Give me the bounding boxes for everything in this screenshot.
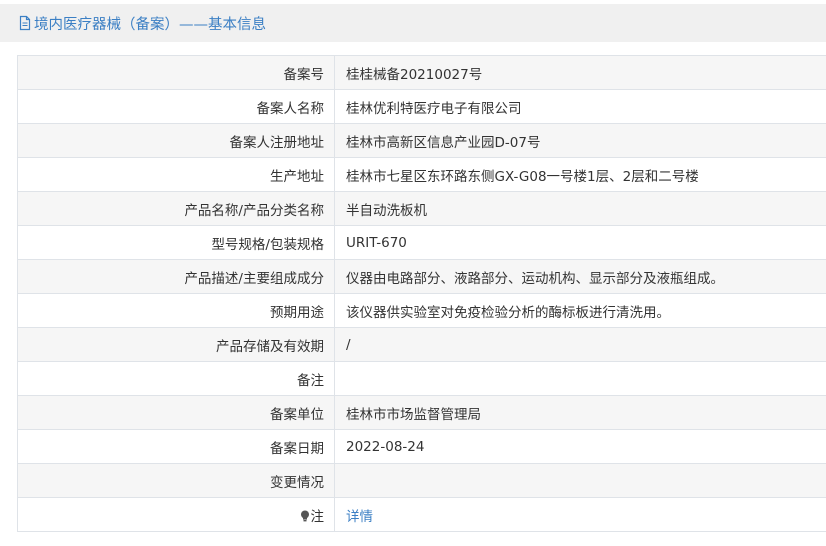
page: 境内医疗器械（备案）——基本信息 备案号 桂桂械备20210027号 备案人名称… (0, 0, 826, 546)
table-row: 备案人注册地址 桂林市高新区信息产业园D-07号 (17, 123, 826, 158)
table-row: 变更情况 (17, 463, 826, 498)
field-value: 桂林市高新区信息产业园D-07号 (334, 123, 826, 158)
table-row: 备注 (17, 361, 826, 396)
note-label: 注 (310, 508, 325, 525)
field-label: 产品描述/主要组成成分 (17, 259, 335, 294)
field-label: 型号规格/包装规格 (17, 225, 335, 260)
field-label: 备案日期 (17, 429, 335, 464)
lightbulb-icon (300, 510, 309, 521)
basic-info-table: 备案号 桂桂械备20210027号 备案人名称 桂林优利特医疗电子有限公司 备案… (17, 55, 826, 532)
section-header: 境内医疗器械（备案）——基本信息 (0, 4, 826, 42)
field-label: 备案人注册地址 (17, 123, 335, 158)
field-value: URIT-670 (334, 225, 826, 260)
table-row: 备案单位 桂林市市场监督管理局 (17, 395, 826, 430)
field-label: 备案人名称 (17, 89, 335, 124)
note-label-cell: 注 (17, 497, 335, 532)
table-row: 产品描述/主要组成成分 仪器由电路部分、液路部分、运动机构、显示部分及液瓶组成。 (17, 259, 826, 294)
details-link[interactable]: 详情 (346, 509, 373, 525)
field-label: 产品名称/产品分类名称 (17, 191, 335, 226)
table-row: 型号规格/包装规格 URIT-670 (17, 225, 826, 260)
table-row: 预期用途 该仪器供实验室对免疫检验分析的酶标板进行清洗用。 (17, 293, 826, 328)
table-row: 备案号 桂桂械备20210027号 (17, 55, 826, 90)
field-label: 备案号 (17, 55, 335, 90)
field-value: 桂林优利特医疗电子有限公司 (334, 89, 826, 124)
table-row: 备案人名称 桂林优利特医疗电子有限公司 (17, 89, 826, 124)
note-row: 注 详情 (17, 497, 826, 532)
field-value: 2022-08-24 (334, 429, 826, 464)
table-row: 备案日期 2022-08-24 (17, 429, 826, 464)
field-value: / (334, 327, 826, 362)
field-label: 预期用途 (17, 293, 335, 328)
note-value-cell: 详情 (334, 497, 826, 532)
field-value: 半自动洗板机 (334, 191, 826, 226)
table-row: 产品存储及有效期 / (17, 327, 826, 362)
field-label: 备注 (17, 361, 335, 396)
field-value: 桂桂械备20210027号 (334, 55, 826, 90)
field-label: 产品存储及有效期 (17, 327, 335, 362)
field-label: 生产地址 (17, 157, 335, 192)
table-row: 产品名称/产品分类名称 半自动洗板机 (17, 191, 826, 226)
field-label: 变更情况 (17, 463, 335, 498)
table-row: 生产地址 桂林市七星区东环路东侧GX-G08一号楼1层、2层和二号楼 (17, 157, 826, 192)
field-label: 备案单位 (17, 395, 335, 430)
field-value (334, 463, 826, 498)
field-value (334, 361, 826, 396)
field-value: 仪器由电路部分、液路部分、运动机构、显示部分及液瓶组成。 (334, 259, 826, 294)
field-value: 桂林市市场监督管理局 (334, 395, 826, 430)
page-title: 境内医疗器械（备案）——基本信息 (34, 16, 266, 33)
document-icon (19, 15, 31, 31)
field-value: 该仪器供实验室对免疫检验分析的酶标板进行清洗用。 (334, 293, 826, 328)
field-value: 桂林市七星区东环路东侧GX-G08一号楼1层、2层和二号楼 (334, 157, 826, 192)
